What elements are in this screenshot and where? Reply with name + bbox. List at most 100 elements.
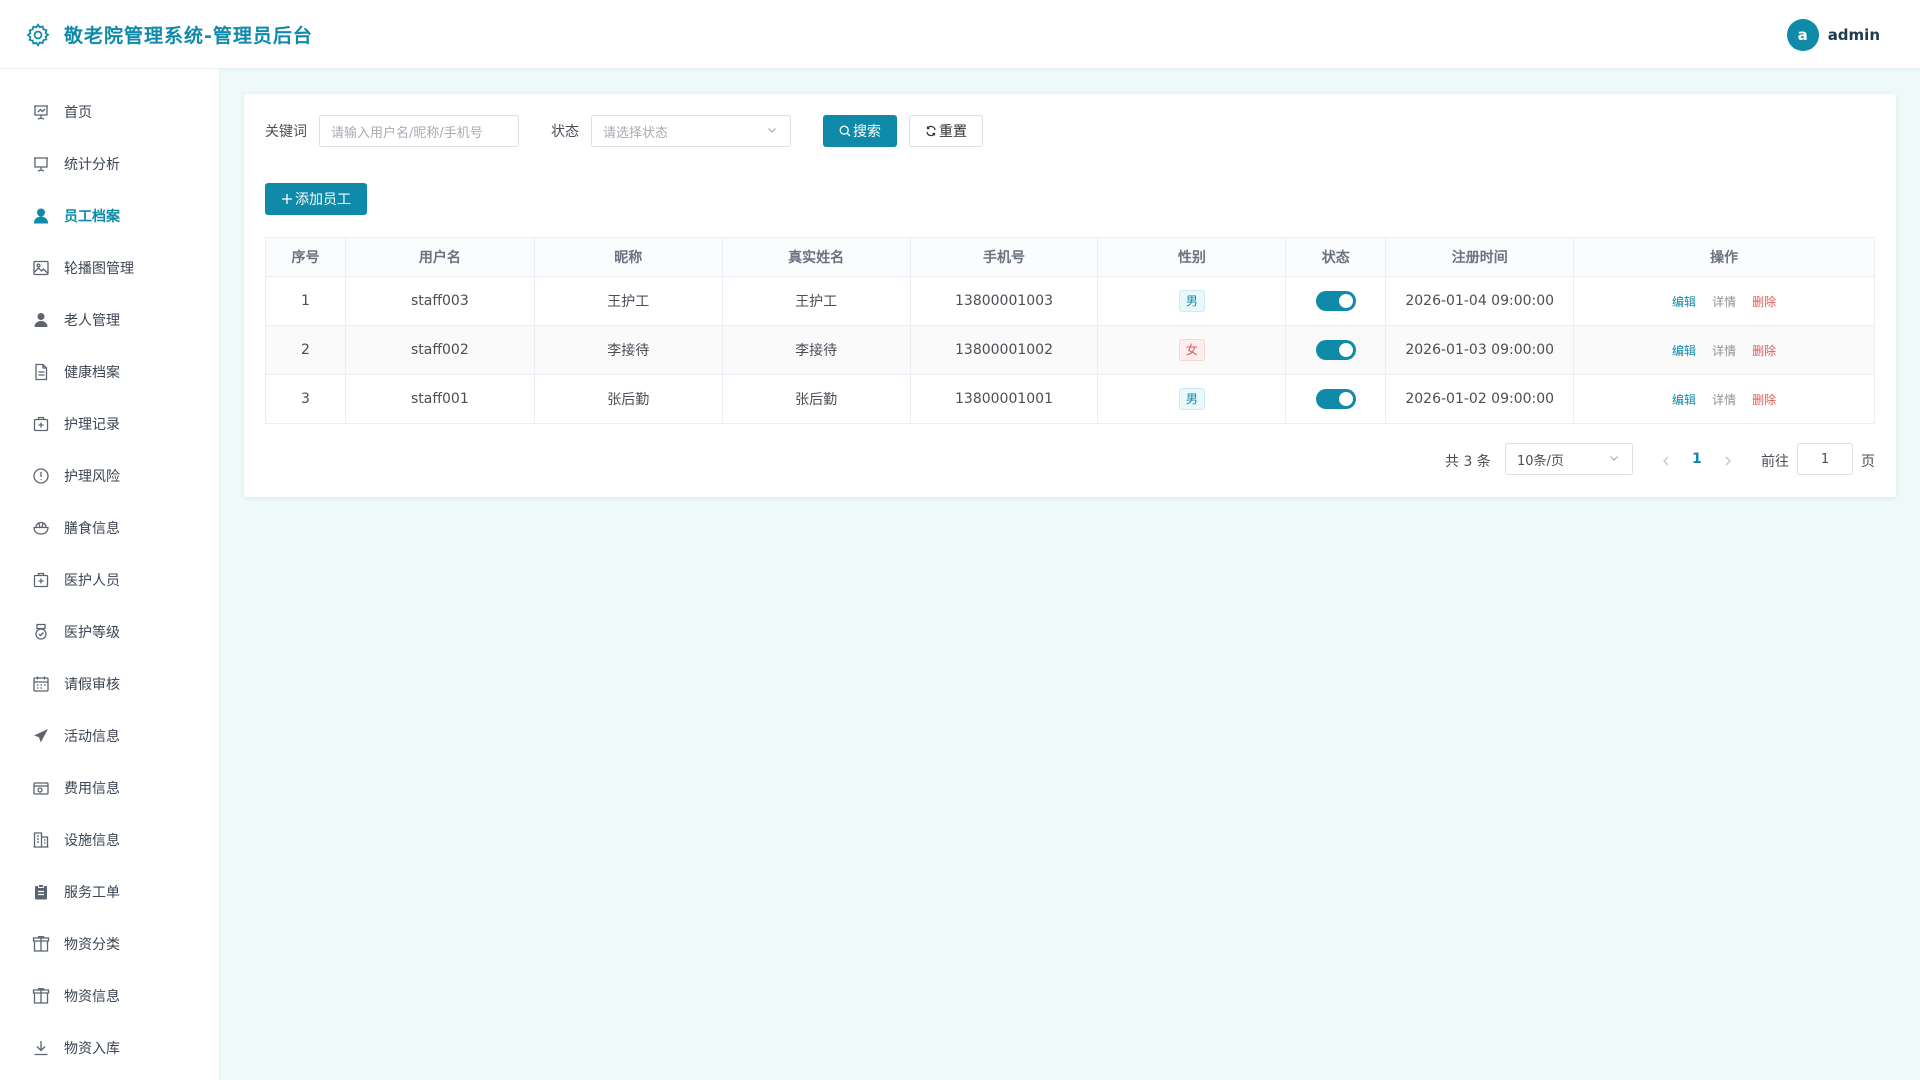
cell-status [1285, 374, 1387, 424]
sidebar-item-fees[interactable]: 费用信息 [0, 762, 219, 814]
cell-actions: 编辑 详情 删除 [1573, 276, 1875, 326]
avatar[interactable]: a [1786, 19, 1819, 51]
detail-link[interactable]: 详情 [1712, 344, 1736, 358]
cell-username: staff001 [344, 374, 535, 424]
column-header: 注册时间 [1385, 237, 1575, 277]
sidebar-item-leave-review[interactable]: 请假审核 [0, 658, 219, 710]
app-title: 敬老院管理系统-管理员后台 [64, 25, 313, 47]
warning-circle-icon [32, 467, 50, 485]
first-aid-kit-icon [32, 571, 50, 589]
column-header: 用户名 [344, 237, 535, 277]
sidebar-item-home[interactable]: 首页 [0, 86, 219, 138]
page-size-select[interactable]: 10条/页 [1505, 443, 1633, 475]
search-button[interactable]: 搜索 [823, 115, 897, 147]
cell-real-name: 李接待 [721, 325, 911, 375]
detail-link[interactable]: 详情 [1712, 295, 1736, 309]
sidebar-item-care-risk[interactable]: 护理风险 [0, 450, 219, 502]
reset-button[interactable]: 重置 [909, 115, 983, 147]
cell-real-name: 张后勤 [721, 374, 911, 424]
bowl-icon [32, 519, 50, 537]
cell-status [1285, 276, 1387, 326]
delete-link[interactable]: 删除 [1752, 393, 1776, 407]
wallet-icon [32, 779, 50, 797]
status-toggle[interactable] [1315, 291, 1356, 311]
cell-actions: 编辑 详情 删除 [1573, 374, 1875, 424]
edit-link[interactable]: 编辑 [1672, 295, 1696, 309]
cell-phone: 13800001001 [909, 374, 1099, 424]
gender-tag: 男 [1178, 290, 1205, 312]
prev-page-icon[interactable] [1660, 452, 1672, 471]
first-aid-kit-icon [32, 415, 50, 433]
delete-link[interactable]: 删除 [1752, 295, 1776, 309]
page-number-current[interactable]: 1 [1692, 451, 1702, 467]
sidebar-item-activities[interactable]: 活动信息 [0, 710, 219, 762]
add-staff-button[interactable]: 添加员工 [265, 183, 367, 215]
status-toggle[interactable] [1315, 340, 1356, 360]
sidebar-item-care-level[interactable]: 医护等级 [0, 606, 219, 658]
sidebar-item-facilities[interactable]: 设施信息 [0, 814, 219, 866]
sidebar-item-elderly[interactable]: 老人管理 [0, 294, 219, 346]
goto-page-input[interactable]: 1 [1797, 443, 1853, 475]
building-icon [32, 831, 50, 849]
cell-username: staff002 [344, 325, 535, 375]
delete-link[interactable]: 删除 [1752, 344, 1776, 358]
box-icon [32, 987, 50, 1005]
presentation-board-icon [32, 155, 50, 173]
cell-actions: 编辑 详情 删除 [1573, 325, 1875, 375]
status-select[interactable]: 请选择状态 [591, 115, 791, 147]
cell-gender: 男 [1097, 374, 1287, 424]
sidebar-item-health-records[interactable]: 健康档案 [0, 346, 219, 398]
sidebar-item-carousel[interactable]: 轮播图管理 [0, 242, 219, 294]
presentation-chart-icon [32, 103, 50, 121]
sidebar-item-medical-staff[interactable]: 医护人员 [0, 554, 219, 606]
cell-nickname: 李接待 [533, 325, 723, 375]
cell-username: staff003 [344, 276, 535, 326]
sidebar-item-care-records[interactable]: 护理记录 [0, 398, 219, 450]
sidebar-item-statistics[interactable]: 统计分析 [0, 138, 219, 190]
cell-nickname: 王护工 [533, 276, 723, 326]
sidebar-item-stock-in[interactable]: 物资入库 [0, 1022, 219, 1074]
search-icon [839, 125, 851, 137]
download-icon [32, 1039, 50, 1057]
username[interactable]: admin [1828, 26, 1880, 44]
refresh-icon [925, 125, 937, 137]
sidebar-item-work-orders[interactable]: 服务工单 [0, 866, 219, 918]
medal-icon [32, 623, 50, 641]
detail-link[interactable]: 详情 [1712, 393, 1736, 407]
calendar-icon [32, 675, 50, 693]
sidebar-item-supply-info[interactable]: 物资信息 [0, 970, 219, 1022]
gender-tag: 女 [1178, 339, 1205, 361]
cell-registered: 2026-01-03 09:00:00 [1385, 325, 1575, 375]
box-icon [32, 935, 50, 953]
cell-phone: 13800001002 [909, 325, 1099, 375]
gender-tag: 男 [1178, 388, 1205, 410]
cell-nickname: 张后勤 [533, 374, 723, 424]
column-header: 序号 [265, 237, 346, 277]
user-menu[interactable]: a admin [1786, 19, 1880, 51]
sidebar-item-supply-categories[interactable]: 物资分类 [0, 918, 219, 970]
cell-index: 2 [265, 325, 346, 375]
table-row: 2 staff002 李接待 李接待 13800001002 女 2026-01… [265, 325, 1875, 375]
column-header: 手机号 [909, 237, 1099, 277]
next-page-icon[interactable] [1722, 452, 1734, 471]
edit-link[interactable]: 编辑 [1672, 393, 1696, 407]
paper-plane-icon [32, 727, 50, 745]
table-row: 1 staff003 王护工 王护工 13800001003 男 2026-01… [265, 276, 1875, 326]
clipboard-icon [32, 883, 50, 901]
user-icon [32, 311, 50, 329]
document-icon [32, 363, 50, 381]
sidebar: 首页 统计分析 员工档案 轮播图管理 老人管理 健康档案 护理记录 护理风险 膳… [0, 69, 220, 1080]
cell-gender: 女 [1097, 325, 1287, 375]
cell-status [1285, 325, 1387, 375]
sidebar-item-staff-records[interactable]: 员工档案 [0, 190, 219, 242]
cell-registered: 2026-01-04 09:00:00 [1385, 276, 1575, 326]
keyword-input[interactable]: 请输入用户名/昵称/手机号 [319, 115, 519, 147]
pagination-total: 共 3 条 [1445, 454, 1491, 470]
plus-icon [281, 193, 293, 205]
goto-label: 前往 [1761, 454, 1789, 470]
status-toggle[interactable] [1315, 389, 1356, 409]
column-header: 状态 [1285, 237, 1387, 277]
sidebar-item-meals[interactable]: 膳食信息 [0, 502, 219, 554]
status-label: 状态 [551, 124, 579, 140]
edit-link[interactable]: 编辑 [1672, 344, 1696, 358]
